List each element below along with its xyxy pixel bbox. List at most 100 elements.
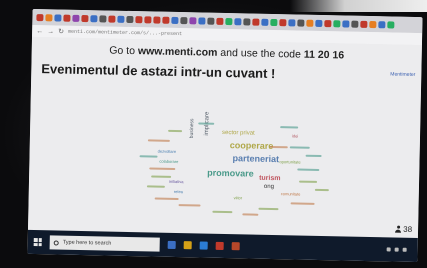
browser-tab[interactable] xyxy=(270,18,278,26)
volume-icon[interactable] xyxy=(394,247,399,252)
browser-tab[interactable] xyxy=(369,20,377,28)
word-cloud-word: turism xyxy=(259,174,281,183)
battery-icon[interactable] xyxy=(402,247,407,252)
browser-tab[interactable] xyxy=(135,15,143,23)
participant-number: 38 xyxy=(403,224,413,234)
browser-tab[interactable] xyxy=(243,17,251,26)
word-cloud-filler xyxy=(269,145,288,149)
task-view-icon[interactable] xyxy=(167,240,176,249)
search-placeholder: Type here to search xyxy=(62,239,112,247)
browser-tab[interactable] xyxy=(198,16,206,25)
browser-tab[interactable] xyxy=(171,16,179,24)
browser-tab[interactable] xyxy=(261,18,269,26)
word-cloud-filler xyxy=(299,180,318,183)
browser-tab[interactable] xyxy=(90,14,98,22)
file-explorer-icon[interactable] xyxy=(183,241,192,250)
browser-tab[interactable] xyxy=(207,17,215,25)
word-cloud-filler xyxy=(147,139,170,142)
word-cloud-word: oportunitate xyxy=(279,159,301,165)
browser-tab[interactable] xyxy=(126,15,134,23)
browser-tab[interactable] xyxy=(324,19,332,27)
browser-tab[interactable] xyxy=(378,20,386,28)
browser-tab[interactable] xyxy=(279,18,287,26)
browser-tab[interactable] xyxy=(36,13,44,21)
word-cloud-filler xyxy=(149,167,176,170)
word-cloud-word: cooperare xyxy=(229,140,274,152)
participant-count: 38 xyxy=(395,225,412,234)
back-arrow-icon[interactable]: ← xyxy=(36,28,43,35)
word-cloud-filler xyxy=(258,207,279,211)
browser-tab[interactable] xyxy=(288,18,296,26)
word-cloud-filler xyxy=(305,154,322,158)
word-cloud-word: idei xyxy=(291,133,299,139)
browser-tab[interactable] xyxy=(306,19,314,27)
chrome-icon[interactable] xyxy=(215,241,224,250)
word-cloud-word: sector privat xyxy=(221,129,255,137)
projected-screen: ← → ↻ menti.com/mentimeter.com/s/...-pre… xyxy=(27,8,423,263)
browser-tab[interactable] xyxy=(144,15,152,23)
word-cloud-word: business xyxy=(188,118,196,139)
word-cloud-filler xyxy=(151,175,172,178)
word-cloud: parteneriat cooperare promovare sector priv… xyxy=(28,37,422,238)
word-cloud-word: initiativa xyxy=(168,178,184,185)
browser-tab[interactable] xyxy=(360,20,368,28)
word-cloud-filler xyxy=(154,197,179,201)
browser-tab[interactable] xyxy=(216,17,224,25)
word-cloud-filler xyxy=(168,129,183,133)
windows-start-icon[interactable] xyxy=(33,238,42,247)
word-cloud-filler xyxy=(139,155,158,158)
search-icon xyxy=(53,239,59,246)
taskbar-clock[interactable] xyxy=(410,245,411,255)
word-cloud-word: colaborare xyxy=(159,158,179,165)
browser-tab[interactable] xyxy=(351,20,359,28)
presentation-slide: Go to www.menti.com and use the code 11 … xyxy=(27,36,422,239)
edge-icon[interactable] xyxy=(199,241,208,250)
browser-tab[interactable] xyxy=(225,17,233,25)
browser-tab[interactable] xyxy=(315,19,323,27)
powerpoint-icon[interactable] xyxy=(231,242,240,251)
word-cloud-filler xyxy=(146,185,165,188)
browser-tab[interactable] xyxy=(387,20,395,29)
browser-tab[interactable] xyxy=(342,19,350,28)
browser-tab[interactable] xyxy=(63,14,71,22)
browser-tab[interactable] xyxy=(99,14,107,22)
browser-tab[interactable] xyxy=(108,15,116,23)
browser-tab[interactable] xyxy=(72,14,80,22)
person-icon xyxy=(395,226,401,233)
system-tray xyxy=(386,244,411,254)
url-field[interactable]: menti.com/mentimeter.com/s/...-present xyxy=(68,29,182,37)
browser-tab[interactable] xyxy=(117,15,125,23)
forward-arrow-icon[interactable]: → xyxy=(47,28,54,35)
word-cloud-filler xyxy=(280,126,299,129)
browser-tab[interactable] xyxy=(189,16,197,24)
browser-tab[interactable] xyxy=(252,18,260,26)
browser-tab[interactable] xyxy=(162,16,170,24)
browser-tab[interactable] xyxy=(45,13,53,21)
word-cloud-filler xyxy=(314,188,329,192)
browser-tab[interactable] xyxy=(153,15,161,24)
word-cloud-word: retea xyxy=(173,188,183,195)
reload-icon[interactable]: ↻ xyxy=(58,28,64,35)
word-cloud-filler xyxy=(242,213,259,216)
browser-tab[interactable] xyxy=(180,16,188,24)
browser-tab[interactable] xyxy=(81,14,89,22)
word-cloud-word: viitor xyxy=(233,195,243,201)
word-cloud-filler xyxy=(289,146,310,149)
taskbar-search[interactable]: Type here to search xyxy=(49,235,160,252)
word-cloud-word: ong xyxy=(263,183,275,191)
browser-tab[interactable] xyxy=(297,18,305,27)
word-cloud-filler xyxy=(178,204,201,207)
word-cloud-filler xyxy=(290,202,315,205)
word-cloud-filler xyxy=(212,210,233,214)
word-cloud-word: parteneriat xyxy=(232,153,280,165)
browser-tab[interactable] xyxy=(234,17,242,25)
ceiling-light-glare xyxy=(290,0,427,12)
network-icon[interactable] xyxy=(386,247,391,252)
word-cloud-filler xyxy=(198,122,215,125)
word-cloud-word: promovare xyxy=(207,167,254,179)
word-cloud-word: dezvoltare xyxy=(157,148,177,154)
word-cloud-word: comunitate xyxy=(280,191,301,197)
browser-tab[interactable] xyxy=(333,19,341,27)
word-cloud-filler xyxy=(297,168,320,171)
browser-tab[interactable] xyxy=(54,13,62,22)
